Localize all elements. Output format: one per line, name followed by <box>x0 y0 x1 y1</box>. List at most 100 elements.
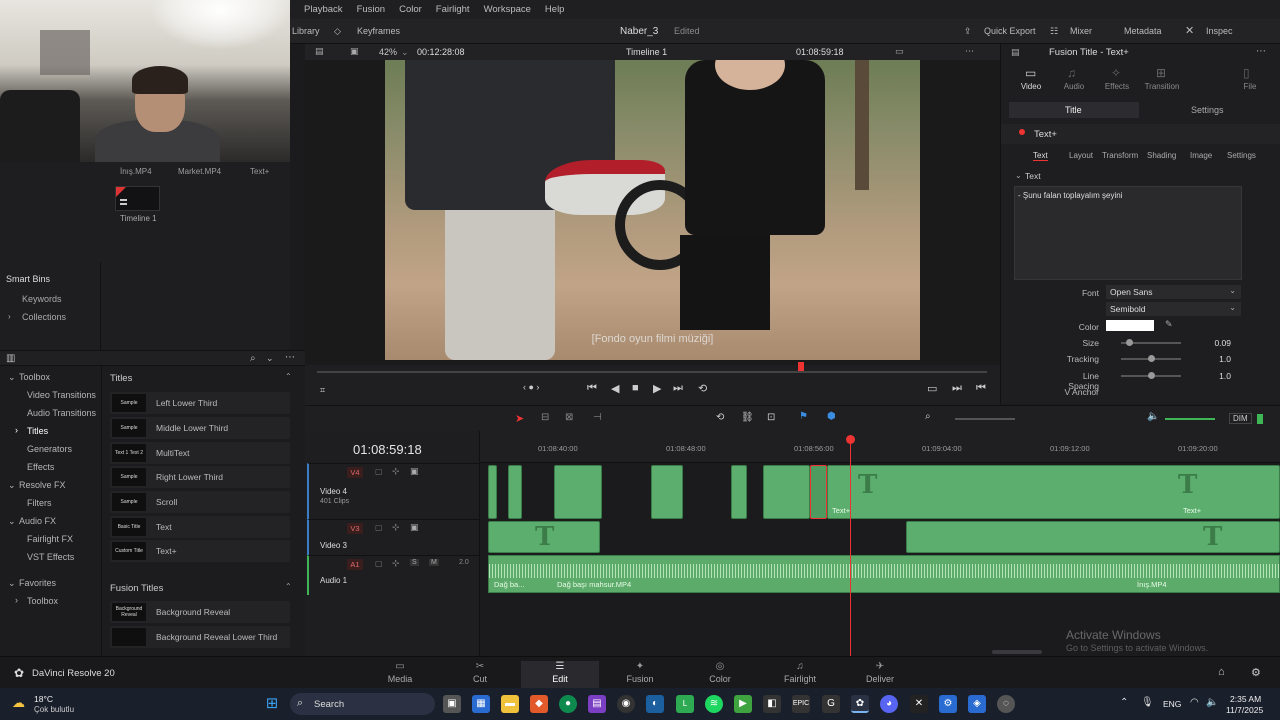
gear-icon[interactable]: ⚙ <box>1251 666 1261 679</box>
explorer-icon[interactable]: ▬ <box>501 695 519 713</box>
node-tab-transform[interactable]: Transform <box>1102 151 1138 160</box>
tab-effects[interactable]: Effects <box>1092 82 1142 91</box>
chevron-right-icon[interactable]: › <box>15 425 18 435</box>
crop-icon[interactable]: ⌗ <box>320 385 325 396</box>
store-icon[interactable]: ▦ <box>472 695 490 713</box>
lock-icon[interactable]: ▢ <box>375 523 383 532</box>
tracking-slider[interactable] <box>1121 355 1181 362</box>
chevron-down-icon[interactable]: ⌄ <box>8 578 16 589</box>
settings-icon[interactable]: ⚙ <box>939 695 957 713</box>
chevron-up-icon[interactable]: ⌃ <box>1120 697 1128 708</box>
weight-select[interactable]: Semibold ⌄ <box>1106 302 1241 316</box>
effects-tab-icon[interactable]: ✧ <box>1111 66 1121 80</box>
spotify-icon[interactable]: ≋ <box>705 695 723 713</box>
menu-fairlight[interactable]: Fairlight <box>436 4 470 15</box>
quick-export-button[interactable]: Quick Export <box>984 26 1036 36</box>
search-icon[interactable]: ⌕ <box>250 353 256 364</box>
tree-vst-effects[interactable]: VST Effects <box>27 552 74 562</box>
inspector-button[interactable]: Inspec <box>1206 26 1233 36</box>
title-item[interactable]: Sample Middle Lower Third <box>110 417 290 439</box>
bin-keywords[interactable]: Keywords <box>22 294 62 304</box>
chrome-icon[interactable]: ● <box>559 695 577 713</box>
steam-icon[interactable]: ◐ <box>646 695 664 713</box>
v4-clip-selected[interactable] <box>810 465 827 519</box>
v4-clip[interactable]: T T Text+ Text+ <box>827 465 1280 519</box>
dim-button[interactable]: DIM <box>1229 413 1252 424</box>
auto-select-icon[interactable]: ⊹ <box>392 522 400 533</box>
tree-toolbox[interactable]: Toolbox <box>19 372 50 382</box>
skip-end-icon[interactable]: ⏭ <box>673 382 683 395</box>
size-slider[interactable] <box>1121 339 1181 346</box>
weather-desc[interactable]: Çok bulutlu <box>34 705 74 714</box>
chevron-down-icon[interactable]: ⌄ <box>8 372 16 383</box>
weather-temp[interactable]: 18°C <box>34 694 53 704</box>
title-item[interactable]: Basic Title Text <box>110 516 290 538</box>
clip-market[interactable]: Market.MP4 <box>178 167 221 176</box>
eyedropper-icon[interactable]: ✎ <box>1165 319 1173 330</box>
tab-file[interactable]: File <box>1225 82 1275 91</box>
clock-time[interactable]: 2:35 AM <box>1230 694 1261 704</box>
page-deliver[interactable]: ✈ Deliver <box>841 661 919 689</box>
v4-clip[interactable] <box>763 465 810 519</box>
app-icon[interactable]: G <box>822 695 840 713</box>
v3-clip[interactable]: T <box>488 521 600 553</box>
line-spacing-slider-knob[interactable] <box>1147 372 1155 379</box>
node-enabled-dot[interactable] <box>1019 129 1025 135</box>
prop-tracking-value[interactable]: 1.0 <box>1201 354 1231 364</box>
chevron-right-icon[interactable]: › <box>15 595 18 605</box>
more-options-icon[interactable]: ⋯ <box>1256 46 1266 57</box>
display-icon[interactable]: ▭ <box>927 382 937 395</box>
clip-inis[interactable]: İnış.MP4 <box>120 167 152 176</box>
tree-filters[interactable]: Filters <box>27 498 52 508</box>
step-back-icon[interactable]: ◀ <box>611 382 619 395</box>
v4-clip[interactable] <box>731 465 747 519</box>
lock-icon[interactable]: ▢ <box>375 559 383 568</box>
panel-toggle-icon[interactable]: ▥ <box>6 353 15 364</box>
display-icon[interactable]: ▭ <box>895 46 904 57</box>
page-fairlight[interactable]: ♫ Fairlight <box>761 661 839 689</box>
track-v4[interactable]: V4 ▢ ⊹ ▣ Video 4 401 Clips <box>307 463 480 519</box>
discord-icon[interactable]: ◕ <box>880 695 898 713</box>
capcut-icon[interactable]: ✕ <box>910 695 928 713</box>
keyframes-button[interactable]: Keyframes <box>357 26 400 36</box>
page-cut[interactable]: ✂ Cut <box>441 661 519 689</box>
video-frame[interactable]: [Fondo oyun filmi müziği] <box>385 60 920 360</box>
metadata-button[interactable]: Metadata <box>1124 26 1162 36</box>
fusion-title-item[interactable]: Background Reveal Lower Third <box>110 626 290 648</box>
play-icon[interactable]: ▶ <box>653 382 661 395</box>
node-tab-text[interactable]: Text <box>1033 151 1048 161</box>
page-edit[interactable]: ☰ Edit <box>521 661 599 689</box>
track-visibility-icon[interactable]: ▣ <box>410 522 419 533</box>
line-spacing-slider[interactable] <box>1121 372 1181 379</box>
chevron-down-icon[interactable]: ⌄ <box>266 353 274 364</box>
timeline-thumbnail[interactable] <box>115 186 160 211</box>
auto-select-icon[interactable]: ⊹ <box>392 466 400 477</box>
volume-slider[interactable] <box>1165 418 1215 420</box>
taskbar-search[interactable]: ⌕ Search <box>290 693 435 715</box>
wifi-icon[interactable]: ◠ <box>1190 697 1199 708</box>
title-item[interactable]: Sample Left Lower Third <box>110 392 290 414</box>
snap-icon[interactable]: ⟲ <box>716 412 724 423</box>
page-media[interactable]: ▭ Media <box>361 661 439 689</box>
title-item[interactable]: Text 1 Text 2 MultiText <box>110 442 290 464</box>
collapse-icon[interactable]: ⌃ <box>285 372 292 381</box>
track-a1[interactable]: A1 ▢ ⊹ S M 2.0 Audio 1 <box>307 555 480 595</box>
timeline-timecode[interactable]: 01:08:59:18 <box>353 442 422 457</box>
task-view-icon[interactable]: ▣ <box>443 695 461 713</box>
menu-workspace[interactable]: Workspace <box>484 4 531 15</box>
home-icon[interactable]: ⌂ <box>1218 666 1225 678</box>
language-indicator[interactable]: ENG <box>1163 699 1181 709</box>
v4-clip[interactable] <box>508 465 522 519</box>
horizontal-scrollbar[interactable] <box>992 650 1042 654</box>
viewer-layout-icon[interactable]: ▣ <box>350 46 359 57</box>
microphone-icon[interactable]: 🎙 <box>1141 697 1154 708</box>
subtab-settings[interactable]: Settings <box>1191 105 1224 115</box>
next-icon[interactable]: ⏭ <box>952 382 962 395</box>
audio-clip[interactable]: Dağ ba... Dağ başı mahsur.MP4 İnış.MP4 <box>488 555 1280 593</box>
link-icon[interactable]: ⛓ <box>741 412 754 423</box>
media-player-icon[interactable]: ▶ <box>734 695 752 713</box>
more-options-icon[interactable]: ⋯ <box>285 352 295 363</box>
size-slider-knob[interactable] <box>1125 339 1133 346</box>
tree-favorites[interactable]: Favorites <box>19 578 56 588</box>
chevron-right-icon[interactable]: › <box>8 312 11 321</box>
